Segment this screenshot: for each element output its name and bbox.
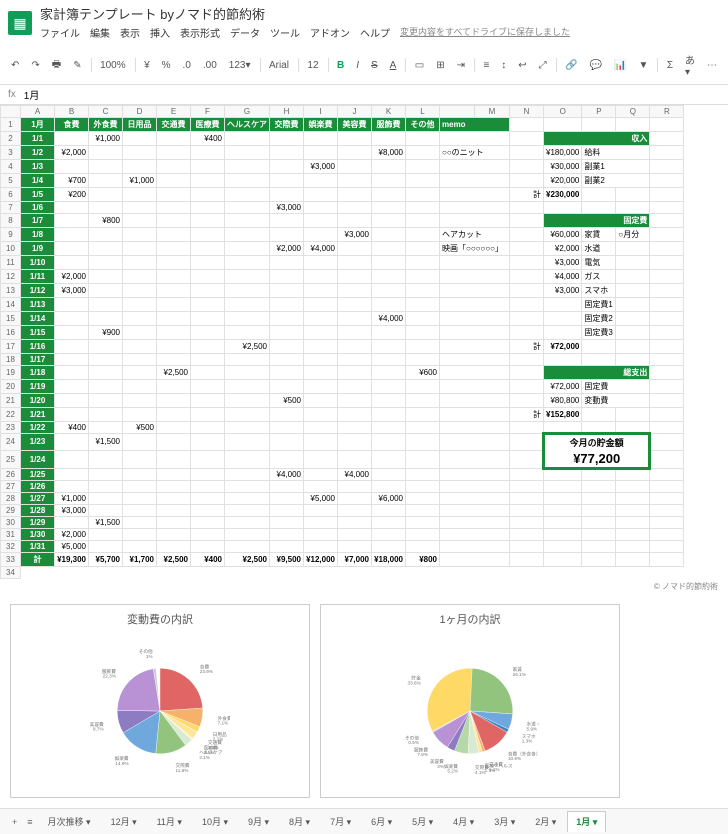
sheet-tab-10月[interactable]: 10月 ▾ [193,811,237,832]
svg-text:3.1%: 3.1% [199,755,210,760]
menu-bar: ファイル 編集 表示 挿入 表示形式 データ ツール アドオン ヘルプ 変更内容… [40,23,570,42]
sheet-tab-12月[interactable]: 12月 ▾ [102,811,146,832]
fx-value[interactable]: 1月 [24,87,40,102]
formula-bar: fx 1月 [0,85,728,105]
more-icon[interactable]: ⋯ [704,58,720,73]
decimal-dec-icon[interactable]: .0 [180,58,194,73]
valign-icon[interactable]: ↕ [498,58,509,73]
menu-insert[interactable]: 挿入 [150,25,170,40]
chart-title-1: 変動費の内訳 [17,611,303,627]
undo-icon[interactable]: ↶ [8,58,22,73]
menu-data[interactable]: データ [230,25,260,40]
menu-view[interactable]: 表示 [120,25,140,40]
italic-icon[interactable]: I [353,58,362,73]
wrap-icon[interactable]: ↩ [515,58,529,73]
more-formats-icon[interactable]: 123▾ [226,58,254,73]
svg-text:10.9%: 10.9% [508,756,521,761]
add-sheet-icon[interactable]: + [8,815,21,829]
sheet-tab-5月[interactable]: 5月 ▾ [403,811,442,832]
sheet-tabs: + ≡ 月次推移 ▾12月 ▾11月 ▾10月 ▾9月 ▾8月 ▾7月 ▾6月 … [0,808,728,834]
paint-format-icon[interactable]: ✎ [70,58,84,73]
functions-icon[interactable]: Σ [664,58,676,73]
sheet-tab-11月[interactable]: 11月 ▾ [148,811,191,832]
svg-text:22.3%: 22.3% [103,674,116,679]
svg-text:11.8%: 11.8% [176,768,189,773]
zoom-select[interactable]: 100% [97,58,129,73]
halign-icon[interactable]: ≡ [480,58,492,73]
charts-row: 変動費の内訳 食費23.9%外食費7.1%日用品2.1%交通費3.1%医療費0.… [0,594,728,808]
svg-text:5.9%: 5.9% [526,726,537,731]
svg-text:8.7%: 8.7% [93,727,104,732]
doc-title[interactable]: 家計簿テンプレート byノマド的節約術 [40,4,570,23]
sheet-tab-3月[interactable]: 3月 ▾ [485,811,524,832]
text-color-icon[interactable]: A [387,58,400,73]
rotate-icon[interactable]: ⤢ [536,58,550,73]
filter-icon[interactable]: ▼ [635,58,651,73]
menu-tools[interactable]: ツール [270,25,300,40]
svg-text:23.9%: 23.9% [200,669,213,674]
menu-edit[interactable]: 編集 [90,25,110,40]
strike-icon[interactable]: S [368,58,381,73]
svg-text:5.2%: 5.2% [447,769,458,774]
spreadsheet-grid: ABCDEFGHIJKLMNOPQR11月食費外食費日用品交通費医療費ヘルスケア… [0,105,684,579]
font-size[interactable]: 12 [304,58,321,73]
chart-monthly-breakdown[interactable]: 1ヶ月の内訳 家賃26.1%水道・光熱5.9%スマホ1.3%食費（外食含）10.… [320,604,620,798]
all-sheets-icon[interactable]: ≡ [23,815,36,829]
menu-help[interactable]: ヘルプ [360,25,390,40]
app-header: ▦ 家計簿テンプレート byノマド的節約術 ファイル 編集 表示 挿入 表示形式… [0,0,728,46]
svg-text:14.9%: 14.9% [115,761,128,766]
sheet-tab-8月[interactable]: 8月 ▾ [280,811,319,832]
svg-text:1%: 1% [146,654,153,659]
comment-icon[interactable]: 💬 [587,58,605,73]
sheets-logo: ▦ [8,11,32,35]
redo-icon[interactable]: ↷ [28,58,42,73]
bold-icon[interactable]: B [334,58,347,73]
svg-text:1.3%: 1.3% [522,739,533,744]
borders-icon[interactable]: ⊞ [433,58,447,73]
input-method-icon[interactable]: あ▾ [682,50,698,80]
menu-addons[interactable]: アドオン [310,25,350,40]
decimal-inc-icon[interactable]: .00 [200,58,220,73]
svg-text:7.8%: 7.8% [417,752,428,757]
svg-text:7.1%: 7.1% [218,721,229,726]
print-icon[interactable]: 🖶 [49,55,64,76]
sheet-tab-6月[interactable]: 6月 ▾ [362,811,401,832]
sheet-tab-2月[interactable]: 2月 ▾ [526,811,565,832]
menu-file[interactable]: ファイル [40,25,80,40]
link-icon[interactable]: 🔗 [562,58,580,73]
fx-label: fx [8,89,16,100]
svg-text:3%: 3% [437,764,444,769]
sheet-tab-1月[interactable]: 1月 ▾ [567,811,606,832]
toolbar: ↶ ↷ 🖶 ✎ 100% ¥ % .0 .00 123▾ Arial 12 B … [0,46,728,85]
svg-text:0.5%: 0.5% [408,740,419,745]
save-status: 変更内容をすべてドライブに保存しました [400,25,570,40]
svg-text:33.6%: 33.6% [408,680,421,685]
svg-text:4.1%: 4.1% [475,770,486,775]
menu-format[interactable]: 表示形式 [180,25,220,40]
merge-icon[interactable]: ⇥ [454,58,468,73]
sheet-tab-4月[interactable]: 4月 ▾ [444,811,483,832]
sheet-area[interactable]: ABCDEFGHIJKLMNOPQR11月食費外食費日用品交通費医療費ヘルスケア… [0,105,728,808]
svg-text:26.1%: 26.1% [513,672,526,677]
credit-text: © ノマド的節約術 [0,579,728,594]
sheet-tab-月次推移[interactable]: 月次推移 ▾ [39,811,100,832]
chart-title-2: 1ヶ月の内訳 [327,611,613,627]
currency-icon[interactable]: ¥ [141,58,153,73]
fill-color-icon[interactable]: ▭ [412,58,427,73]
sheet-tab-7月[interactable]: 7月 ▾ [321,811,360,832]
chart-icon[interactable]: 📊 [611,58,629,73]
sheet-tab-9月[interactable]: 9月 ▾ [239,811,278,832]
chart-variable-costs[interactable]: 変動費の内訳 食費23.9%外食費7.1%日用品2.1%交通費3.1%医療費0.… [10,604,310,798]
percent-icon[interactable]: % [159,58,174,73]
font-select[interactable]: Arial [266,58,292,73]
